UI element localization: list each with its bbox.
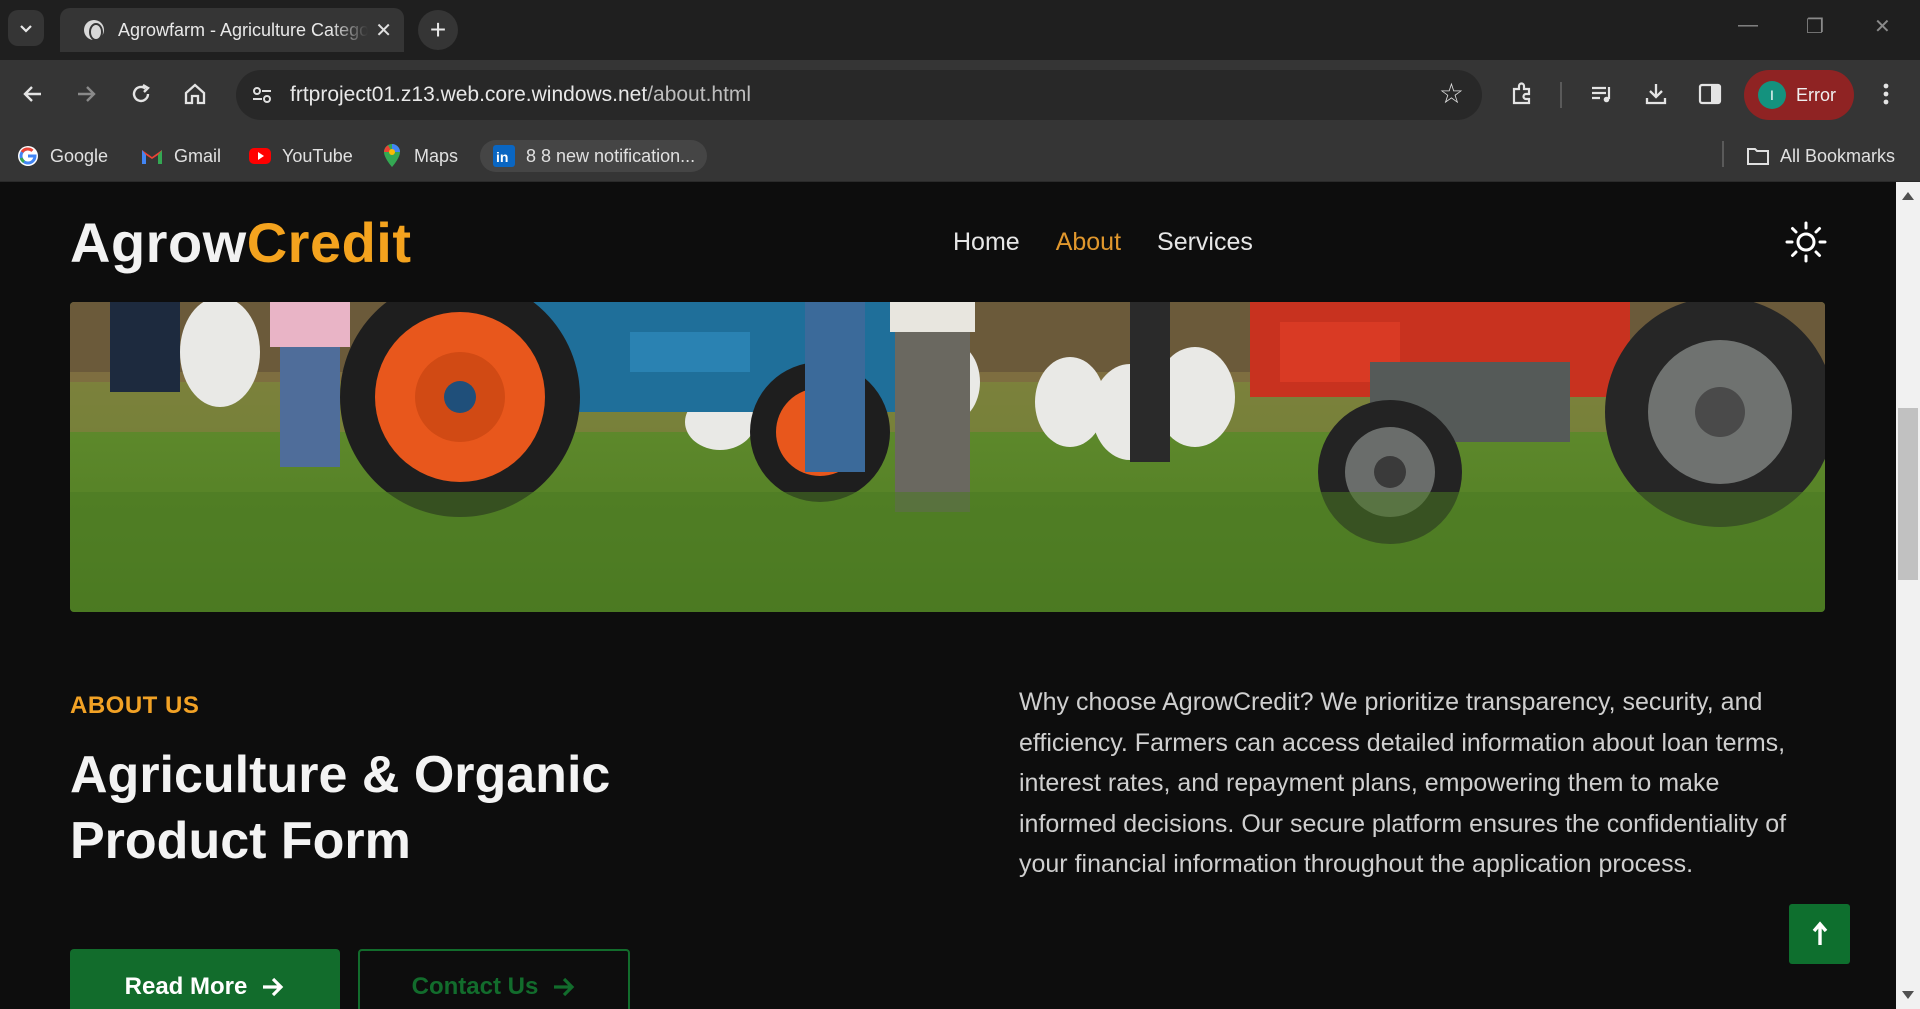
all-bookmarks-button[interactable]: All Bookmarks xyxy=(1746,140,1895,172)
browser-toolbar: frtproject01.z13.web.core.windows.net/ab… xyxy=(0,60,1920,130)
browser-tab-active[interactable]: Agrowfarm - Agriculture Category ✕ xyxy=(60,8,404,52)
section-eyebrow: ABOUT US xyxy=(70,692,200,719)
tab-search-button[interactable] xyxy=(8,10,44,46)
page-scrollbar[interactable] xyxy=(1896,182,1920,1009)
bookmark-label: YouTube xyxy=(282,145,353,166)
chevron-down-icon xyxy=(20,25,32,33)
profile-button[interactable]: I Error xyxy=(1744,70,1854,120)
nav-home[interactable]: Home xyxy=(953,228,1020,257)
nav-services[interactable]: Services xyxy=(1157,228,1253,257)
forward-icon[interactable] xyxy=(70,78,102,110)
svg-text:in: in xyxy=(496,149,508,165)
new-tab-button[interactable]: + xyxy=(418,10,458,50)
close-window-icon[interactable]: ✕ xyxy=(1874,14,1891,39)
toolbar-divider xyxy=(1560,82,1562,108)
hero-image-tractors xyxy=(70,302,1825,612)
globe-icon xyxy=(84,20,104,41)
extensions-icon[interactable] xyxy=(1506,78,1538,110)
contact-us-label: Contact Us xyxy=(411,973,539,1000)
home-icon[interactable] xyxy=(179,78,211,110)
site-logo[interactable]: AgrowCredit xyxy=(70,210,412,275)
bookmark-label: Maps xyxy=(414,145,459,166)
close-tab-icon[interactable]: ✕ xyxy=(375,18,392,43)
linkedin-icon: in xyxy=(492,144,516,168)
bookmark-label: 8 8 new notification... xyxy=(526,145,696,166)
side-panel-icon[interactable] xyxy=(1694,78,1726,110)
read-more-label: Read More xyxy=(124,973,248,1000)
all-bookmarks-label: All Bookmarks xyxy=(1780,145,1896,166)
bookmark-maps[interactable]: Maps xyxy=(380,140,458,172)
bookmark-label: Google xyxy=(50,145,109,166)
section-description: Why choose AgrowCredit? We prioritize tr… xyxy=(1019,688,1787,878)
youtube-icon xyxy=(248,144,272,168)
restore-icon[interactable]: ❐ xyxy=(1806,14,1824,39)
gmail-icon xyxy=(140,144,164,168)
browser-tab-strip: Agrowfarm - Agriculture Category ✕ + — ❐… xyxy=(0,0,1920,60)
sun-icon[interactable] xyxy=(1784,220,1828,264)
section-heading: Agriculture & Organic Product Form xyxy=(70,746,611,870)
bookmarks-bar: Google Gmail YouTube Maps in 8 8 new not… xyxy=(0,130,1920,182)
contact-us-button[interactable]: Contact Us xyxy=(358,949,630,1009)
maps-icon xyxy=(380,144,404,168)
arrow-right-icon xyxy=(554,977,575,997)
url-text: frtproject01.z13.web.core.windows.net/ab… xyxy=(290,83,752,106)
arrow-right-icon xyxy=(263,977,284,997)
bookmark-youtube[interactable]: YouTube xyxy=(248,140,353,172)
google-icon xyxy=(16,144,40,168)
bookmark-linkedin[interactable]: in 8 8 new notification... xyxy=(480,140,708,172)
scroll-down-icon[interactable] xyxy=(1902,991,1914,999)
brand-name-part1: Agrow xyxy=(70,211,247,274)
bookmarks-divider xyxy=(1722,141,1724,167)
bookmark-star-icon[interactable]: ☆ xyxy=(1439,80,1464,108)
back-to-top-button[interactable] xyxy=(1789,904,1850,964)
media-controls-icon[interactable] xyxy=(1586,78,1618,110)
web-page: AgrowCredit Home About Services ABOUT US… xyxy=(0,182,1896,1009)
minimize-icon[interactable]: — xyxy=(1738,14,1758,37)
folder-icon xyxy=(1746,144,1770,168)
address-bar[interactable]: frtproject01.z13.web.core.windows.net/ab… xyxy=(236,70,1482,120)
site-settings-icon[interactable] xyxy=(250,83,274,107)
brand-name-part2: Credit xyxy=(246,211,412,274)
scroll-up-icon[interactable] xyxy=(1902,192,1914,200)
bookmark-google[interactable]: Google xyxy=(16,140,108,172)
back-icon[interactable] xyxy=(17,78,49,110)
profile-status-label: Error xyxy=(1796,84,1836,105)
tab-title: Agrowfarm - Agriculture Category xyxy=(118,19,368,40)
downloads-icon[interactable] xyxy=(1640,78,1672,110)
avatar: I xyxy=(1758,81,1786,109)
bookmark-gmail[interactable]: Gmail xyxy=(140,140,221,172)
main-navigation: Home About Services xyxy=(953,228,1253,257)
arrow-up-icon xyxy=(1812,921,1827,945)
scrollbar-thumb[interactable] xyxy=(1898,408,1918,580)
bookmark-label: Gmail xyxy=(174,145,222,166)
reload-icon[interactable] xyxy=(125,78,157,110)
nav-about[interactable]: About xyxy=(1056,228,1121,257)
read-more-button[interactable]: Read More xyxy=(70,949,340,1009)
more-menu-icon[interactable] xyxy=(1870,78,1902,110)
